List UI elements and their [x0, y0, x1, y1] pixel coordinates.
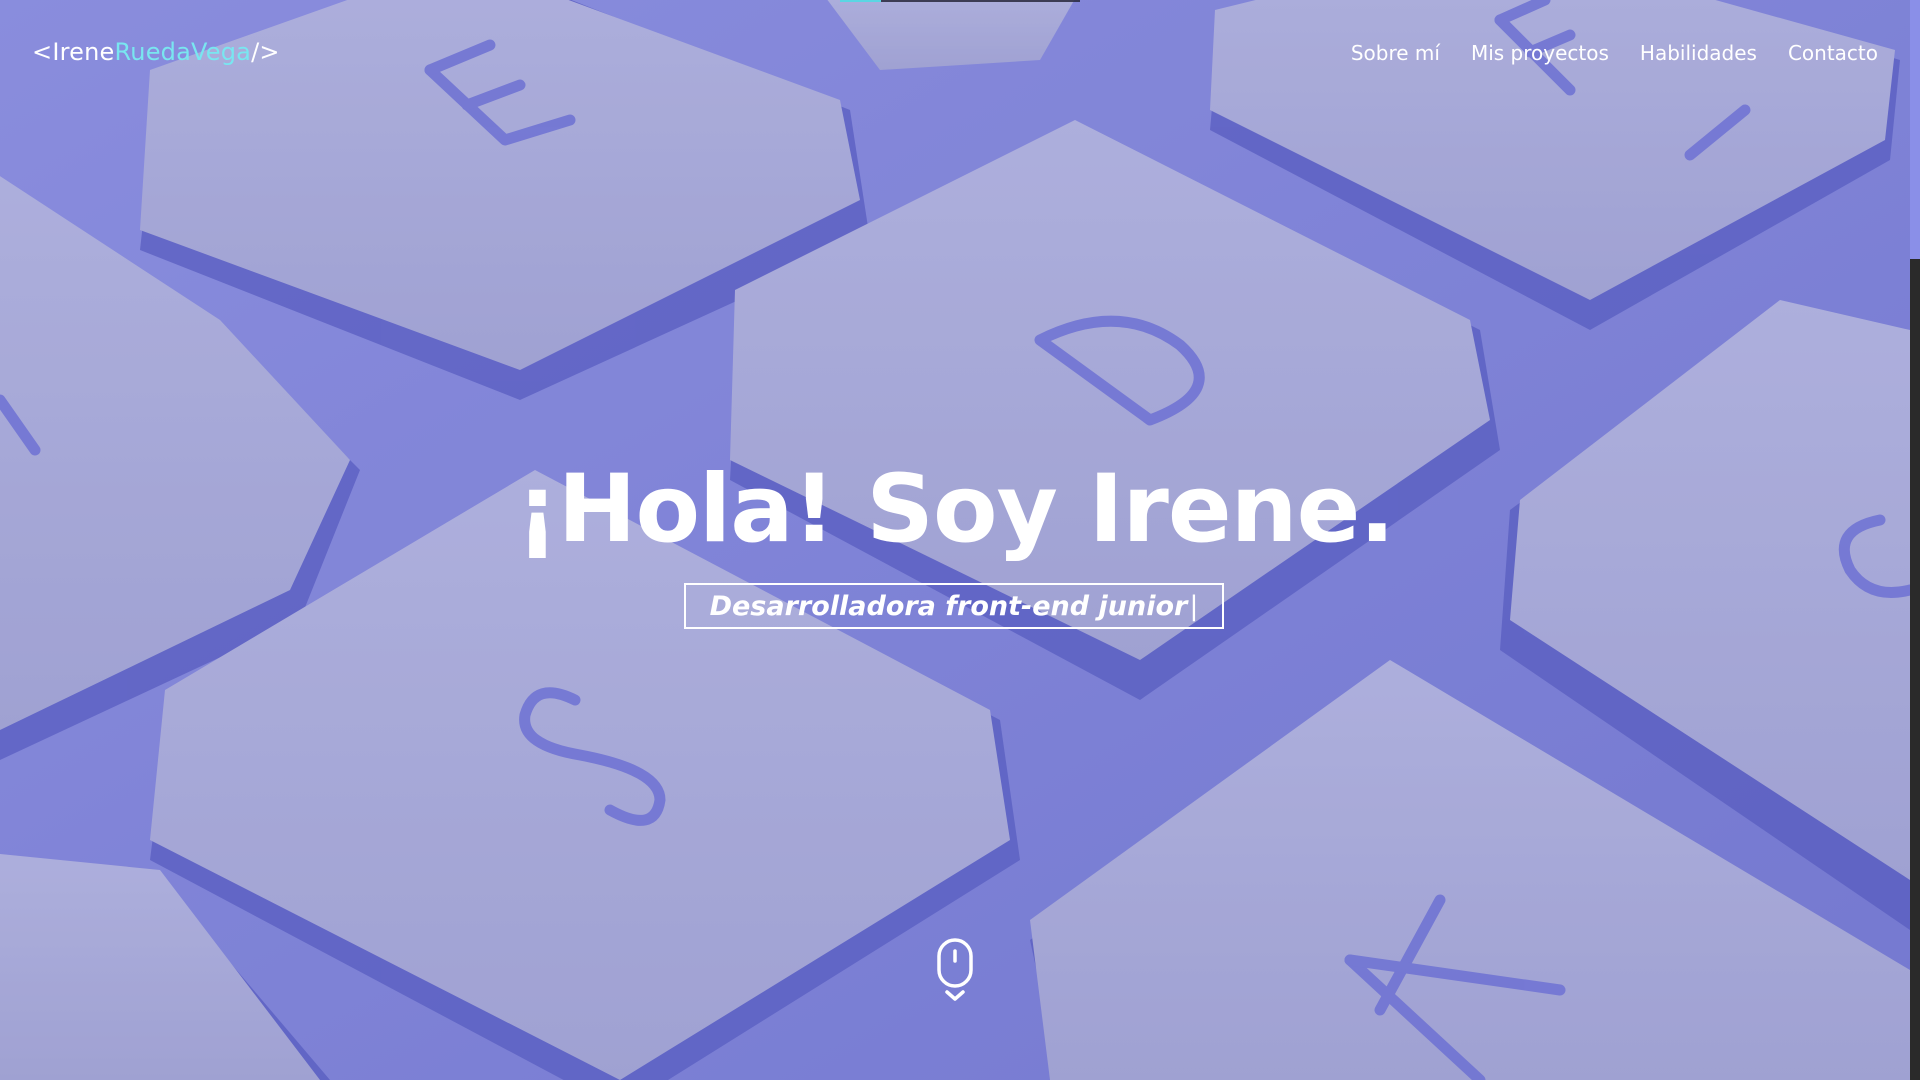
page-scrollbar[interactable]	[1910, 0, 1920, 1080]
nav-link-contacto[interactable]: Contacto	[1788, 41, 1878, 65]
loading-progress-bar	[840, 0, 1080, 2]
loading-progress-fill	[840, 0, 881, 2]
logo-open-bracket: <	[32, 38, 53, 66]
typing-caret: |	[1189, 590, 1199, 622]
hero-subtitle-box: Desarrolladora front-end junior|	[684, 583, 1224, 629]
main-nav: Sobre mí Mis proyectos Habilidades Conta…	[1351, 41, 1878, 65]
hero-title: ¡Hola! Soy Irene.	[515, 455, 1395, 564]
hero-section: <IreneRuedaVega/> Sobre mí Mis proyectos…	[0, 0, 1910, 1080]
mouse-scroll-icon[interactable]	[936, 937, 974, 1003]
logo-last-name: RuedaVega	[114, 38, 252, 66]
logo-close-bracket: />	[251, 38, 280, 66]
scrollbar-thumb[interactable]	[1910, 0, 1920, 260]
nav-link-sobre-mi[interactable]: Sobre mí	[1351, 41, 1440, 65]
hero-subtitle: Desarrolladora front-end junior|	[710, 591, 1199, 622]
site-logo[interactable]: <IreneRuedaVega/>	[32, 38, 280, 66]
hero-subtitle-text: Desarrolladora front-end junior	[709, 590, 1188, 622]
nav-link-habilidades[interactable]: Habilidades	[1640, 41, 1757, 65]
logo-first-name: Irene	[52, 38, 115, 66]
nav-link-mis-proyectos[interactable]: Mis proyectos	[1471, 41, 1609, 65]
